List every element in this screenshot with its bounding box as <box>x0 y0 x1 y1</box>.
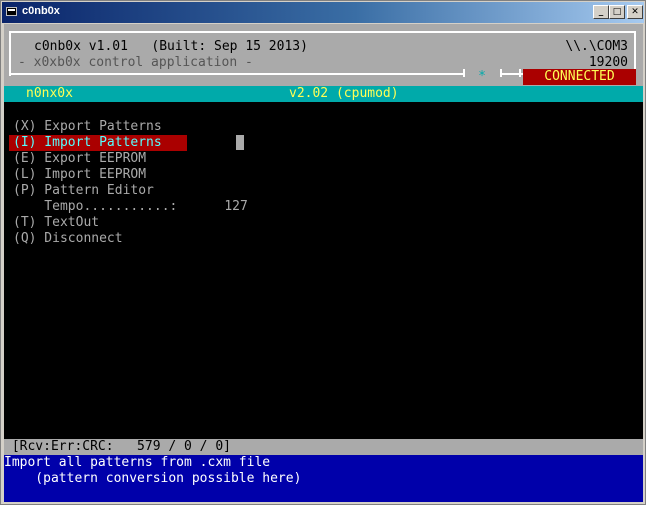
title-bar[interactable]: c0nb0x _ □ ✕ <box>2 2 644 23</box>
menu-item-export-patterns[interactable]: (X) Export Patterns <box>13 119 162 135</box>
minimize-button[interactable]: _ <box>593 5 609 19</box>
device-info-bar: n0nx0x v2.02 (cpumod) <box>4 86 643 102</box>
menu-item-disconnect[interactable]: (Q) Disconnect <box>13 231 123 247</box>
close-button[interactable]: ✕ <box>627 5 643 19</box>
text-cursor <box>236 135 244 150</box>
header-panel: c0nb0x v1.01 (Built: Sep 15 2013) - x0xb… <box>4 24 643 86</box>
menu-item-export-eeprom[interactable]: (E) Export EEPROM <box>13 151 146 167</box>
header-frame-bottom-left <box>9 73 465 75</box>
firmware-version: v2.02 (cpumod) <box>289 86 399 101</box>
window-title: c0nb0x <box>22 5 60 17</box>
menu-item-textout[interactable]: (T) TextOut <box>13 215 99 231</box>
menu-item-import-eeprom[interactable]: (L) Import EEPROM <box>13 167 146 183</box>
menu-item-pattern-editor[interactable]: (P) Pattern Editor <box>13 183 154 199</box>
app-subtitle: - x0xb0x control application - <box>18 55 253 70</box>
rcv-err-crc-counter: [Rcv:Err:CRC: 579 / 0 / 0] <box>4 439 231 454</box>
header-frame-divider-right <box>519 69 521 77</box>
serial-port: \\.\COM3 <box>565 39 628 54</box>
maximize-button[interactable]: □ <box>609 5 625 19</box>
activity-indicator: * <box>478 69 486 84</box>
menu-item-import-patterns[interactable]: (I) Import Patterns <box>13 135 162 151</box>
console-area[interactable]: c0nb0x v1.01 (Built: Sep 15 2013) - x0xb… <box>4 24 643 502</box>
application-window: c0nb0x _ □ ✕ c0nb0x v1.01 (Built: Sep 15… <box>0 0 646 505</box>
help-bar: Import all patterns from .cxm file (patt… <box>4 455 643 502</box>
help-line-2: (pattern conversion possible here) <box>4 471 302 486</box>
header-frame-divider-left <box>463 69 465 77</box>
status-bar: [Rcv:Err:CRC: 579 / 0 / 0] <box>4 439 643 455</box>
help-line-1: Import all patterns from .cxm file <box>4 455 271 470</box>
console-app-icon[interactable] <box>6 7 17 16</box>
connection-status-badge: CONNECTED <box>523 69 636 85</box>
device-name: n0nx0x <box>26 86 73 101</box>
app-version-line: c0nb0x v1.01 (Built: Sep 15 2013) <box>34 39 308 54</box>
menu-item-tempo[interactable]: Tempo...........: 127 <box>13 199 248 215</box>
